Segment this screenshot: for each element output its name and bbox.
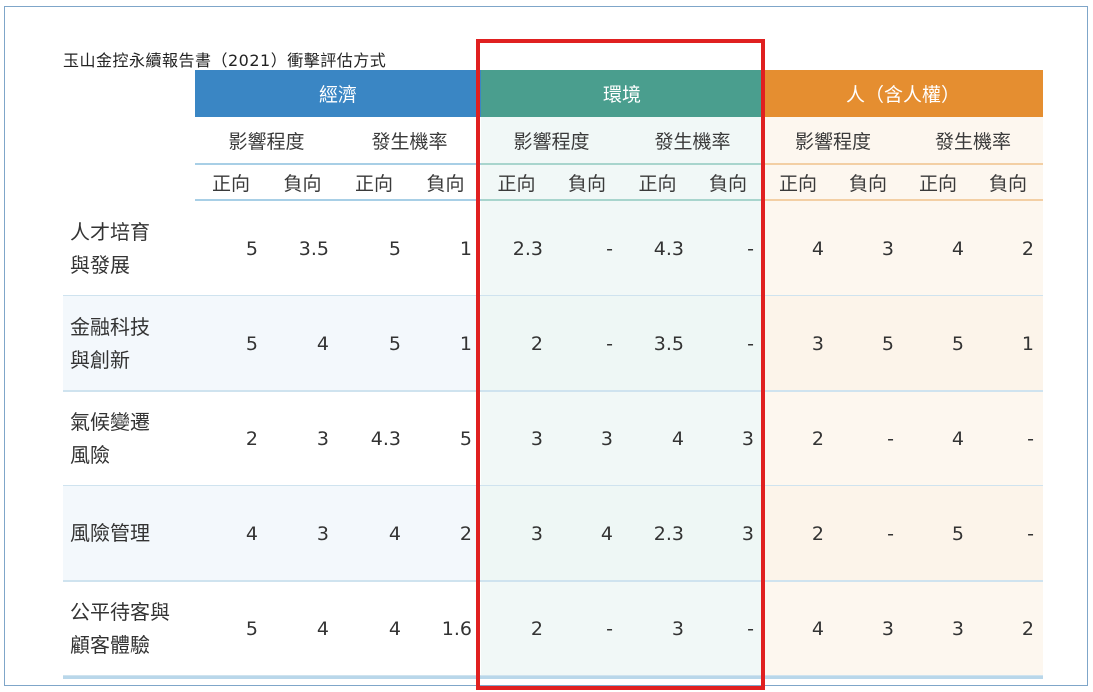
score-cell: 3: [316, 427, 329, 450]
score-cell: 2: [1021, 617, 1034, 640]
score-cell: 4: [951, 237, 964, 260]
score-cell: 3.5: [298, 237, 329, 260]
row-label: 公平待客與 顧客體驗: [70, 599, 170, 657]
row-label: 金融科技 與創新: [70, 314, 150, 372]
table-title: 玉山金控永續報告書（2021）衝擊評估方式: [63, 51, 387, 70]
score-cell: -: [1027, 522, 1034, 545]
direction-negative: 負向: [267, 165, 338, 201]
direction-negative: 負向: [410, 165, 481, 201]
direction-negative: 負向: [833, 165, 903, 201]
score-cell: -: [887, 522, 894, 545]
row-label: 風險管理: [70, 521, 150, 545]
score-cell: 5: [951, 332, 964, 355]
score-cell: 5: [388, 332, 401, 355]
score-cell: 4: [316, 617, 329, 640]
score-cell: 4: [388, 522, 401, 545]
row-label: 人才培育 與發展: [70, 219, 150, 277]
score-cell: 5: [881, 332, 894, 355]
score-cell: 2: [1021, 237, 1034, 260]
score-cell: 5: [245, 237, 258, 260]
direction-positive: 正向: [903, 165, 973, 201]
score-cell: 3: [951, 617, 964, 640]
score-cell: 4: [951, 427, 964, 450]
score-cell: 1: [459, 332, 472, 355]
sub-header-impact: 影響程度: [195, 117, 338, 165]
score-cell: 2: [245, 427, 258, 450]
score-cell: 5: [459, 427, 472, 450]
score-cell: 3: [881, 237, 894, 260]
score-cell: 4: [245, 522, 258, 545]
score-cell: 5: [388, 237, 401, 260]
score-cell: -: [887, 427, 894, 450]
sub-header-probability: 發生機率: [903, 117, 1043, 165]
group-header-people: 人（含人權）: [763, 70, 1043, 117]
score-cell: 1: [1021, 332, 1034, 355]
sub-header-probability: 發生機率: [338, 117, 481, 165]
score-cell: 5: [245, 332, 258, 355]
direction-positive: 正向: [763, 165, 833, 201]
score-cell: 5: [951, 522, 964, 545]
direction-positive: 正向: [338, 165, 410, 201]
direction-positive: 正向: [195, 165, 267, 201]
score-cell: 3: [316, 522, 329, 545]
sub-header-impact: 影響程度: [763, 117, 903, 165]
score-cell: 4.3: [370, 427, 401, 450]
row-label: 氣候變遷 風險: [70, 409, 150, 467]
environment-highlight-box: [476, 39, 765, 690]
score-cell: 1: [459, 237, 472, 260]
score-cell: 1.6: [441, 617, 472, 640]
score-cell: 3: [881, 617, 894, 640]
score-cell: -: [1027, 427, 1034, 450]
group-header-economy: 經濟: [195, 70, 481, 117]
direction-negative: 負向: [973, 165, 1043, 201]
score-cell: 4: [316, 332, 329, 355]
score-cell: 2: [459, 522, 472, 545]
score-cell: 4: [388, 617, 401, 640]
score-cell: 5: [245, 617, 258, 640]
